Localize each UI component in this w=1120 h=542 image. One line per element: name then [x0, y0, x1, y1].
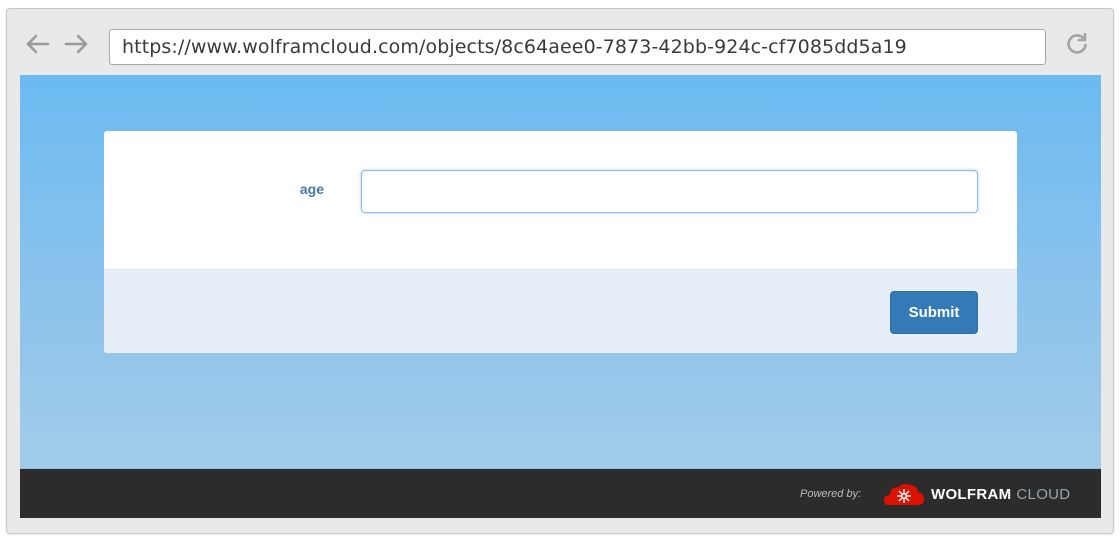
reload-icon — [1067, 32, 1087, 54]
browser-window: https://www.wolframcloud.com/objects/8c6… — [6, 8, 1114, 534]
url-text: https://www.wolframcloud.com/objects/8c6… — [122, 36, 907, 58]
browser-toolbar: https://www.wolframcloud.com/objects/8c6… — [7, 9, 1113, 75]
age-label: age — [299, 181, 324, 197]
wolfram-spikey-icon[interactable] — [882, 481, 926, 507]
form-card: age Submit — [104, 131, 1017, 353]
form-actions: Submit — [104, 269, 1017, 353]
page-viewport: age Submit — [20, 75, 1101, 518]
back-button[interactable] — [22, 31, 52, 57]
arrow-left-icon — [26, 34, 50, 54]
powered-by-text: Powered by: — [800, 488, 862, 500]
brand-suffix: CLOUD — [1016, 486, 1071, 503]
submit-button[interactable]: Submit — [890, 291, 978, 334]
brand-name: WOLFRAM — [931, 486, 1012, 503]
footer-bar: Powered by: WOLFRAM CLOUD — [20, 468, 1101, 518]
reload-button[interactable] — [1062, 29, 1092, 59]
address-bar[interactable]: https://www.wolframcloud.com/objects/8c6… — [109, 29, 1046, 65]
arrow-right-icon — [64, 34, 88, 54]
forward-button[interactable] — [62, 31, 92, 57]
age-input[interactable] — [361, 170, 978, 213]
wolfram-cloud-wordmark[interactable]: WOLFRAM CLOUD — [931, 486, 1070, 503]
